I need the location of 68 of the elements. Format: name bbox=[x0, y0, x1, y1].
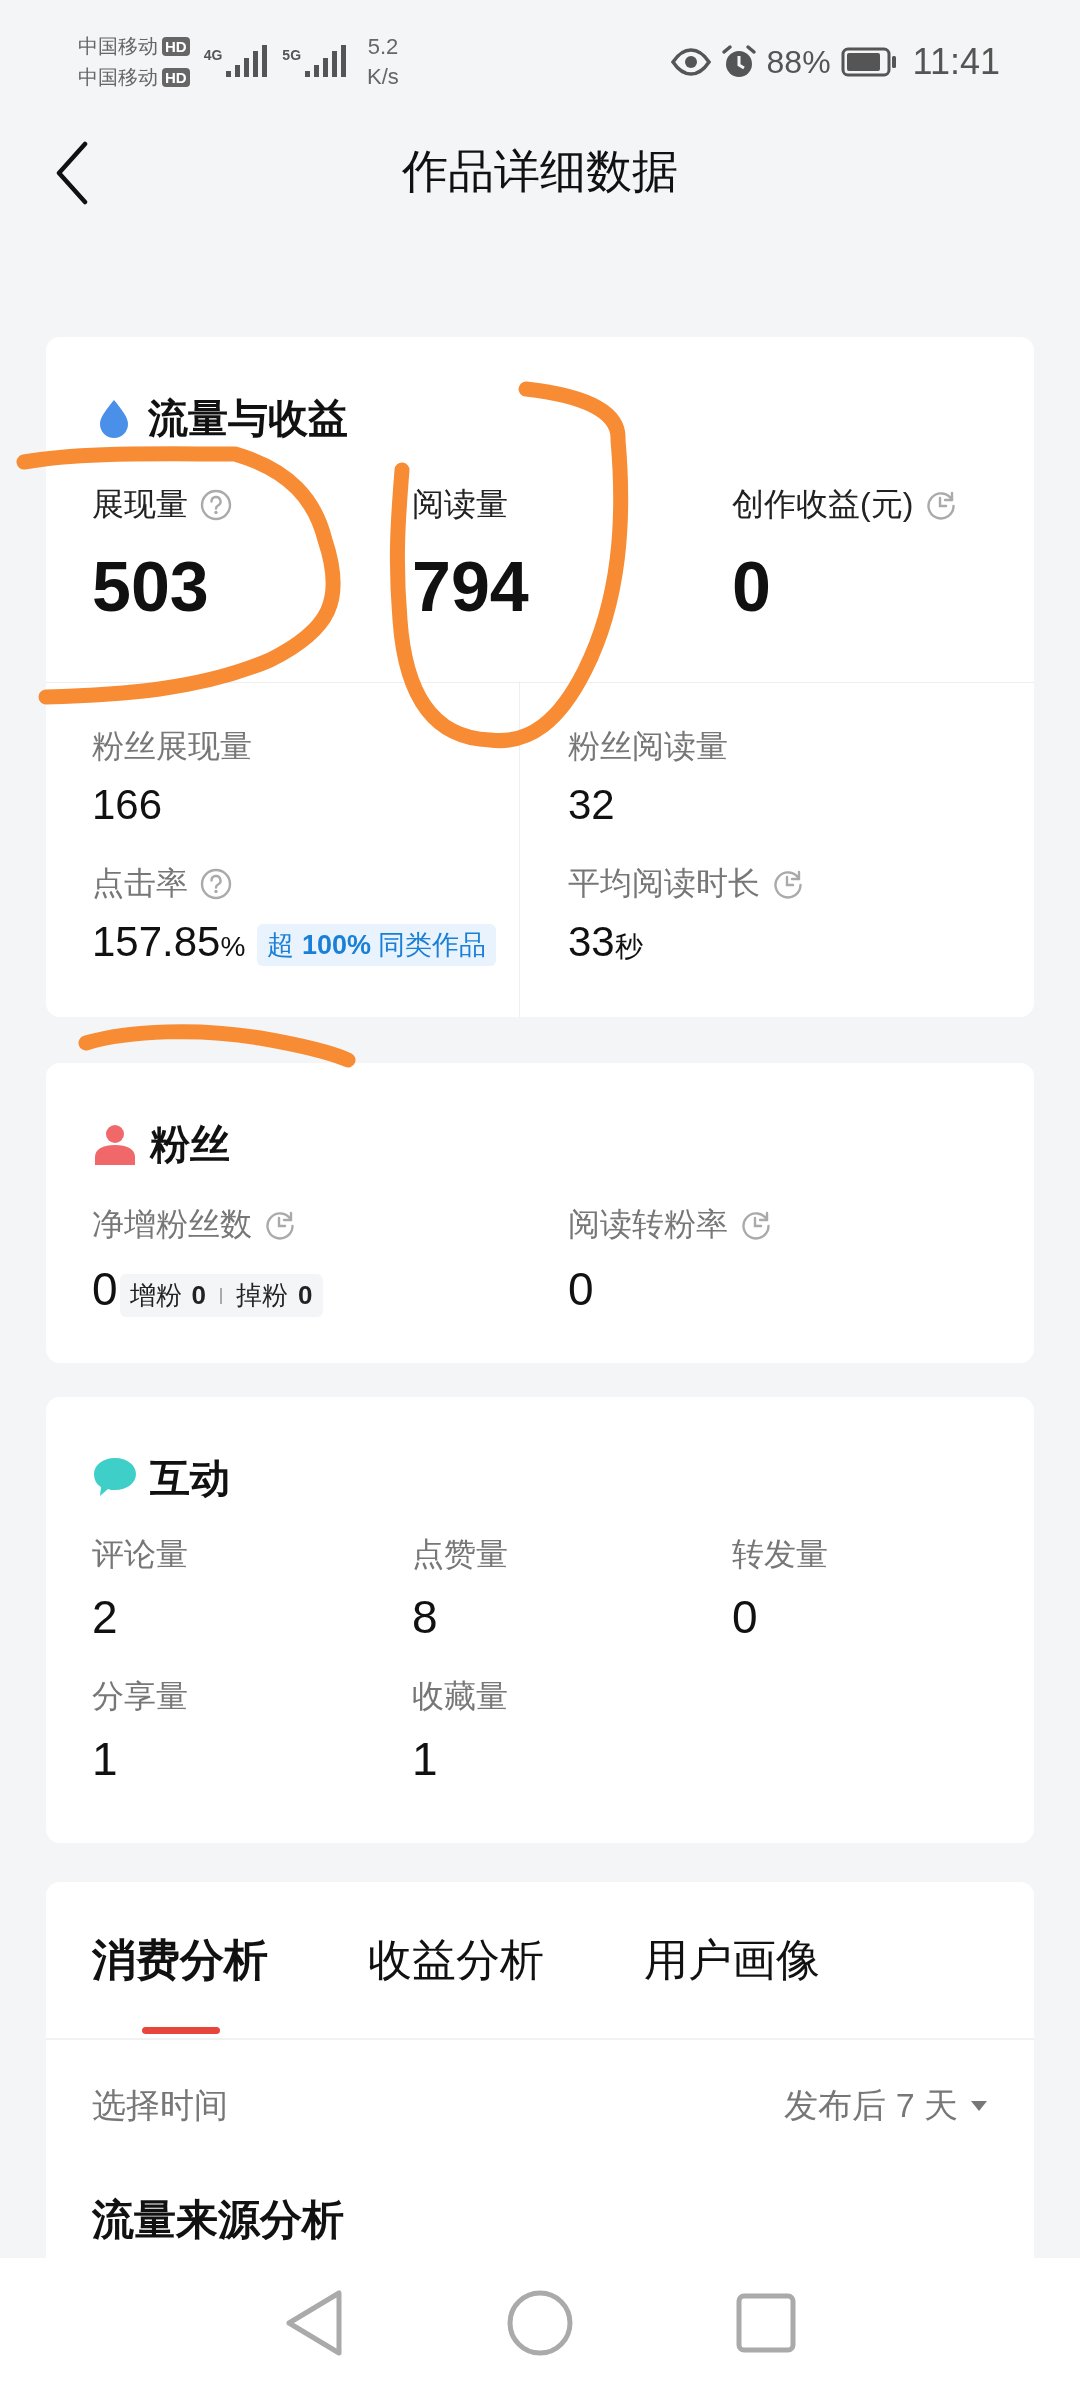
metric-label: 平均阅读时长 bbox=[568, 864, 760, 903]
network-speed: 5.2 bbox=[367, 33, 399, 61]
metric-label: 阅读转粉率 bbox=[568, 1205, 728, 1244]
breakdown-label: 掉粉 bbox=[236, 1279, 289, 1312]
metric-label: 阅读量 bbox=[412, 485, 508, 524]
signal-icon bbox=[303, 45, 348, 79]
carrier-name: 中国移动 bbox=[78, 65, 158, 90]
metric-label: 创作收益(元) bbox=[732, 485, 914, 524]
help-icon bbox=[200, 489, 232, 521]
clock-refresh-icon bbox=[772, 868, 804, 900]
metric-label: 分享量 bbox=[92, 1677, 188, 1716]
time-dropdown[interactable]: 发布后 7 天 bbox=[784, 2083, 988, 2129]
metric-value: 0 bbox=[732, 1590, 759, 1645]
metric-label: 点赞量 bbox=[412, 1535, 508, 1574]
metric-value: 503 bbox=[92, 547, 210, 628]
alarm-icon bbox=[720, 44, 757, 80]
metric-value: 1 bbox=[412, 1732, 439, 1787]
metric-value: 8 bbox=[412, 1590, 439, 1645]
clock-refresh-icon bbox=[264, 1209, 296, 1241]
page-title: 作品详细数据 bbox=[402, 144, 678, 199]
filter-label: 选择时间 bbox=[92, 2085, 228, 2126]
section-title: 流量与收益 bbox=[148, 394, 348, 442]
eye-icon bbox=[670, 48, 711, 76]
metric-label: 展现量 bbox=[92, 485, 188, 524]
metric-label: 收藏量 bbox=[412, 1677, 508, 1716]
metric-label: 评论量 bbox=[92, 1535, 188, 1574]
clock-refresh-icon bbox=[925, 489, 958, 521]
metric-label: 粉丝展现量 bbox=[92, 727, 252, 766]
back-nav-icon[interactable] bbox=[283, 2288, 345, 2358]
metric-value: 0 bbox=[732, 547, 772, 628]
metric-value: 0 bbox=[92, 1262, 118, 1317]
metric-value: 33秒 bbox=[568, 917, 643, 967]
battery-percent: 88% bbox=[766, 43, 831, 81]
network-type: 5G bbox=[282, 47, 302, 63]
breakdown-value: 0 bbox=[191, 1280, 207, 1311]
tab[interactable]: 用户画像 bbox=[644, 1882, 820, 2038]
metric-value: 32 bbox=[568, 780, 615, 830]
carrier-name: 中国移动 bbox=[78, 34, 158, 59]
tab[interactable]: 消费分析 bbox=[92, 1882, 268, 2038]
metric-label: 转发量 bbox=[732, 1535, 828, 1574]
clock-refresh-icon bbox=[740, 1209, 772, 1241]
metric-value: 2 bbox=[92, 1590, 119, 1645]
tab[interactable]: 收益分析 bbox=[368, 1882, 544, 2038]
section-title: 互动 bbox=[150, 1454, 230, 1502]
section-title: 流量来源分析 bbox=[91, 2195, 345, 2245]
signal-icon bbox=[224, 45, 269, 79]
help-icon bbox=[200, 868, 232, 900]
metric-value: 794 bbox=[412, 547, 530, 628]
home-nav-icon[interactable] bbox=[505, 2288, 575, 2358]
network-type: 4G bbox=[203, 47, 223, 63]
battery-icon bbox=[840, 47, 897, 77]
metric-value: 0 bbox=[568, 1262, 594, 1317]
metric-label: 点击率 bbox=[92, 864, 188, 903]
network-speed: K/s bbox=[367, 63, 399, 91]
breakdown-label: 增粉 bbox=[129, 1279, 182, 1312]
hd-badge: HD bbox=[162, 37, 190, 56]
comparison-badge: 超 100% 同类作品 bbox=[257, 923, 497, 966]
metric-label: 净增粉丝数 bbox=[92, 1205, 252, 1244]
metric-value: 166 bbox=[92, 780, 163, 830]
clock-time: 11:41 bbox=[912, 41, 1000, 83]
section-title: 粉丝 bbox=[150, 1120, 230, 1168]
metric-value: 157.85% bbox=[92, 917, 246, 967]
recents-nav-icon[interactable] bbox=[735, 2292, 797, 2354]
breakdown-value: 0 bbox=[298, 1280, 313, 1311]
metric-value: 1 bbox=[92, 1732, 119, 1787]
caret-icon bbox=[970, 2100, 988, 2112]
metric-label: 粉丝阅读量 bbox=[568, 727, 728, 766]
hd-badge: HD bbox=[162, 68, 190, 87]
